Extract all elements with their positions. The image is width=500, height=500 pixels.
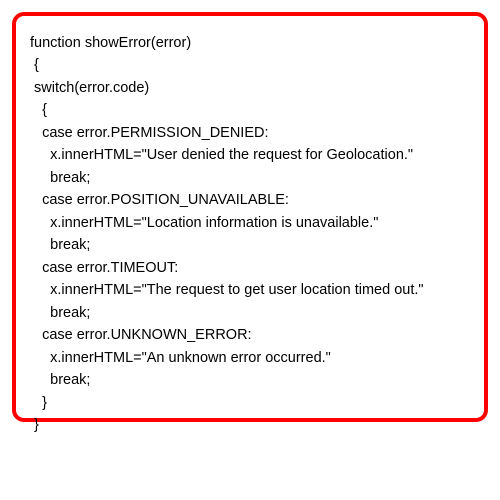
code-line: } <box>30 395 47 411</box>
code-line: case error.PERMISSION_DENIED: <box>30 125 269 141</box>
code-line: x.innerHTML="User denied the request for… <box>30 147 413 163</box>
code-line: switch(error.code) <box>30 80 149 96</box>
code-snippet-box: function showError(error) { switch(error… <box>12 12 488 422</box>
code-line: { <box>30 57 39 73</box>
code-content: function showError(error) { switch(error… <box>30 32 470 436</box>
code-line: x.innerHTML="The request to get user loc… <box>30 282 424 298</box>
code-line: break; <box>30 170 90 186</box>
code-line: case error.POSITION_UNAVAILABLE: <box>30 192 289 208</box>
code-line: x.innerHTML="Location information is una… <box>30 215 378 231</box>
code-line: break; <box>30 305 90 321</box>
code-line: case error.TIMEOUT: <box>30 260 178 276</box>
code-line: } <box>30 417 39 433</box>
code-line: function showError(error) <box>30 35 191 51</box>
code-line: x.innerHTML="An unknown error occurred." <box>30 350 331 366</box>
code-line: { <box>30 102 47 118</box>
code-line: break; <box>30 372 90 388</box>
code-line: break; <box>30 237 90 253</box>
code-line: case error.UNKNOWN_ERROR: <box>30 327 252 343</box>
